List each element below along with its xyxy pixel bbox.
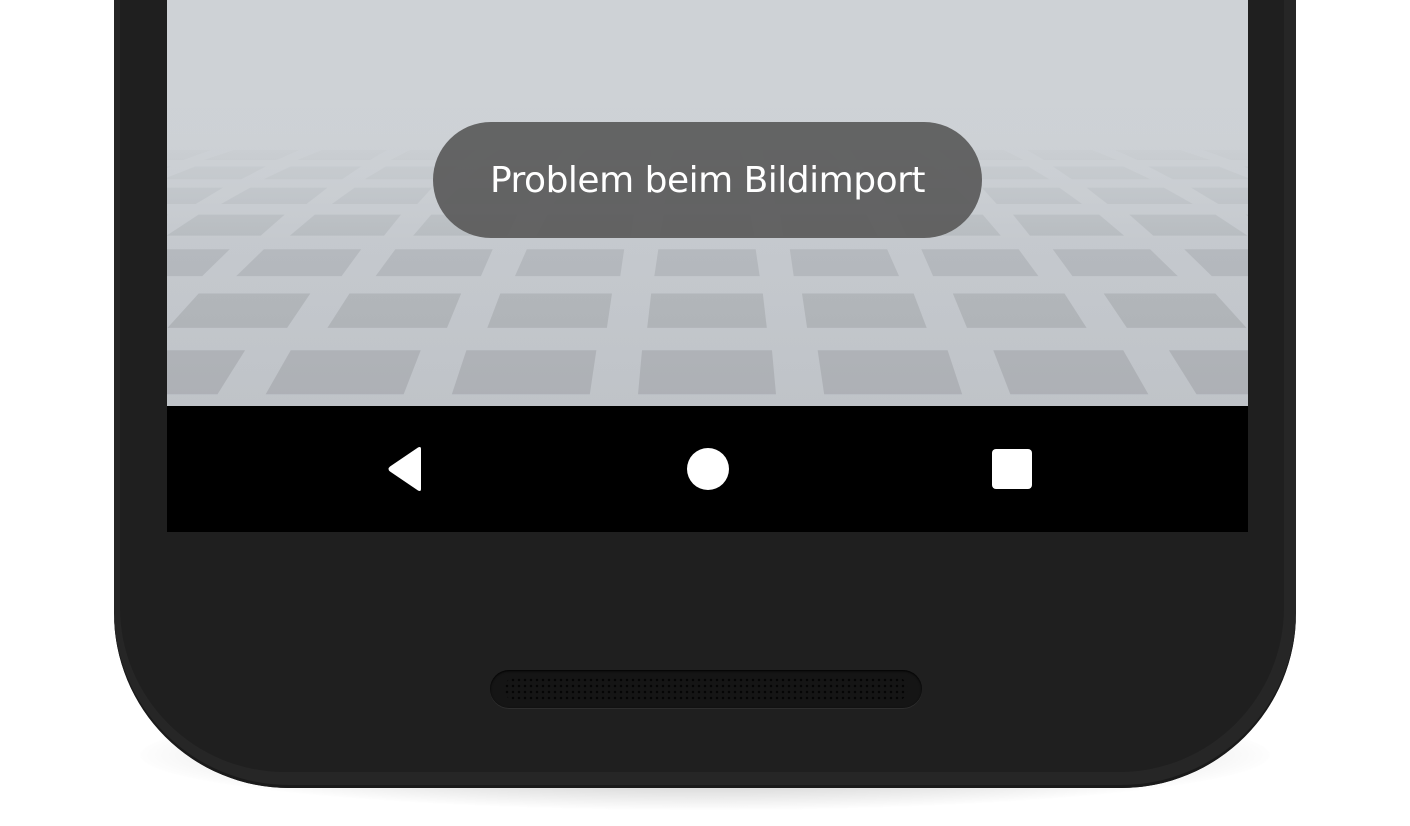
speaker-holes <box>504 677 908 701</box>
toast-notification: Problem beim Bildimport <box>433 122 982 238</box>
device-screen: Problem beim Bildimport <box>167 0 1248 532</box>
navigation-bar <box>167 406 1248 532</box>
back-button[interactable] <box>380 444 430 494</box>
toast-message: Problem beim Bildimport <box>489 159 926 201</box>
speaker-grille <box>490 670 922 708</box>
home-button[interactable] <box>683 444 733 494</box>
device-mockup-stage: Problem beim Bildimport <box>0 0 1410 826</box>
recents-square-icon <box>992 449 1032 489</box>
back-triangle-icon <box>388 447 421 491</box>
recents-button[interactable] <box>987 444 1037 494</box>
home-circle-icon <box>687 448 729 490</box>
